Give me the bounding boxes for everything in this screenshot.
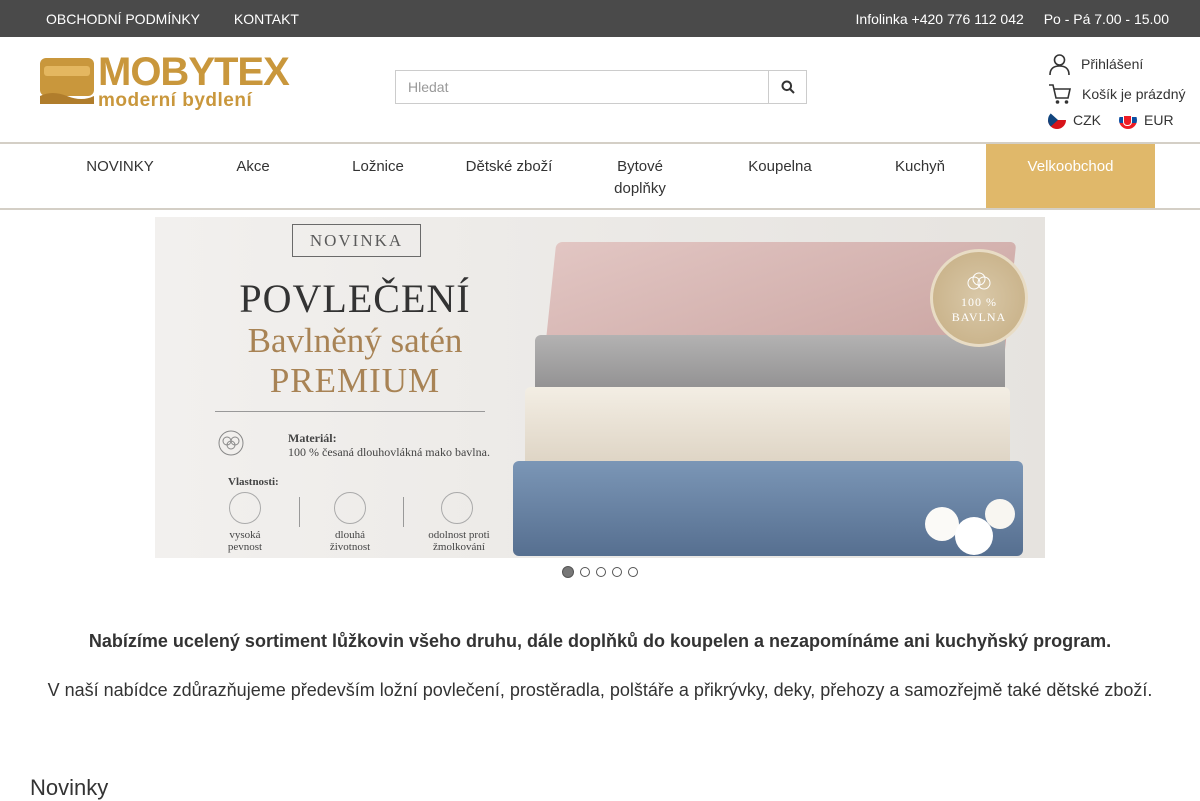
cotton-icon: [967, 272, 991, 290]
search-input[interactable]: [395, 70, 768, 104]
nav-kuchyn[interactable]: Kuchyň: [870, 144, 970, 208]
property-lifetime: dlouhá životnost: [329, 529, 371, 553]
grey-sheet-image: [535, 335, 1005, 395]
cotton-flowers-image: [915, 487, 1025, 557]
logo-brand: MOBYTEX: [98, 50, 290, 94]
search-icon: [781, 80, 795, 94]
site-logo[interactable]: MOBYTEX moderní bydlení: [38, 50, 290, 118]
banner-title: POVLEČENÍ: [239, 276, 471, 321]
nav-bytove-doplnky[interactable]: Bytové doplňky: [595, 144, 685, 208]
shield-icon: [229, 492, 261, 524]
intro-text: V naší nabídce zdůrazňujeme především lo…: [47, 680, 1153, 700]
nav-akce[interactable]: Akce: [203, 144, 303, 208]
cream-sheet-image: [525, 387, 1010, 467]
property-strength: vysoká pevnost: [227, 529, 263, 553]
logo-tagline: moderní bydlení: [98, 90, 253, 111]
carousel-dots: [562, 566, 644, 578]
cotton-icon: [218, 430, 244, 456]
login-link[interactable]: Přihlášení: [1048, 49, 1192, 79]
material-text: 100 % česaná dlouhovlákná mako bavlna.: [288, 445, 490, 459]
nav-koupelna[interactable]: Koupelna: [725, 144, 835, 208]
account-panel: Přihlášení Košík je prázdný CZK EUR: [1048, 49, 1192, 131]
nav-detske-zbozi[interactable]: Dětské zboží: [450, 144, 568, 208]
currency-czk[interactable]: CZK: [1048, 111, 1101, 129]
banner-subtitle-premium: PREMIUM: [269, 361, 441, 400]
material-label: Materiál:: [288, 431, 337, 445]
opening-hours: Po - Pá 7.00 - 15.00: [1043, 10, 1169, 27]
top-bar: OBCHODNÍ PODMÍNKY KONTAKT Infolinka +420…: [0, 0, 1200, 37]
no-pilling-icon: [441, 492, 473, 524]
banner-divider: [215, 411, 485, 412]
cotton-seal-badge: 100 % BAVLNA: [930, 249, 1028, 347]
section-title-news: Novinky: [30, 775, 109, 800]
currency-eur[interactable]: EUR: [1119, 111, 1174, 129]
prop-separator: [299, 497, 300, 527]
top-contact: Infolinka +420 776 112 042 Po - Pá 7.00 …: [840, 11, 1169, 27]
slovak-flag-icon: [1119, 111, 1137, 129]
bed-logo-icon: [40, 58, 94, 104]
link-terms[interactable]: OBCHODNÍ PODMÍNKY: [46, 11, 200, 27]
login-label: Přihlášení: [1081, 56, 1144, 72]
banner-subtitle: Bavlněný satén: [247, 321, 463, 360]
cart-link[interactable]: Košík je prázdný: [1048, 79, 1192, 109]
user-icon: [1049, 53, 1070, 75]
properties-label: Vlastnosti:: [228, 476, 279, 488]
banner-new-label: NOVINKA: [292, 224, 421, 257]
link-contact[interactable]: KONTAKT: [234, 11, 299, 27]
search-button[interactable]: [768, 70, 807, 104]
carousel-dot-5[interactable]: [628, 567, 638, 577]
hourglass-icon: [334, 492, 366, 524]
currency-switch: CZK EUR: [1048, 109, 1192, 131]
property-pilling: odolnost proti žmolkování: [428, 529, 490, 553]
main-nav: NOVINKY Akce Ložnice Dětské zboží Bytové…: [0, 144, 1200, 210]
search-bar: [395, 70, 807, 104]
carousel-dot-3[interactable]: [596, 567, 606, 577]
cart-label: Košík je prázdný: [1082, 86, 1186, 102]
prop-separator: [403, 497, 404, 527]
carousel-dot-2[interactable]: [580, 567, 590, 577]
site-header: MOBYTEX moderní bydlení Přihlášení: [0, 37, 1200, 144]
nav-loznice[interactable]: Ložnice: [328, 144, 428, 208]
infoline: Infolinka +420 776 112 042: [855, 10, 1024, 27]
cart-icon: [1049, 84, 1071, 104]
czech-flag-icon: [1048, 111, 1066, 129]
currency-eur-label: EUR: [1144, 112, 1174, 128]
intro-headline: Nabízíme ucelený sortiment lůžkovin všeh…: [88, 631, 1112, 651]
nav-velkoobchod[interactable]: Velkoobchod: [986, 144, 1155, 208]
currency-czk-label: CZK: [1073, 112, 1101, 128]
carousel-dot-1[interactable]: [562, 566, 574, 578]
carousel-dot-4[interactable]: [612, 567, 622, 577]
seal-text: 100 % BAVLNA: [951, 295, 1007, 324]
top-links: OBCHODNÍ PODMÍNKY KONTAKT: [46, 11, 329, 27]
nav-novinky[interactable]: NOVINKY: [60, 144, 180, 208]
hero-banner[interactable]: NOVINKA POVLEČENÍ Bavlněný satén PREMIUM…: [155, 217, 1045, 558]
